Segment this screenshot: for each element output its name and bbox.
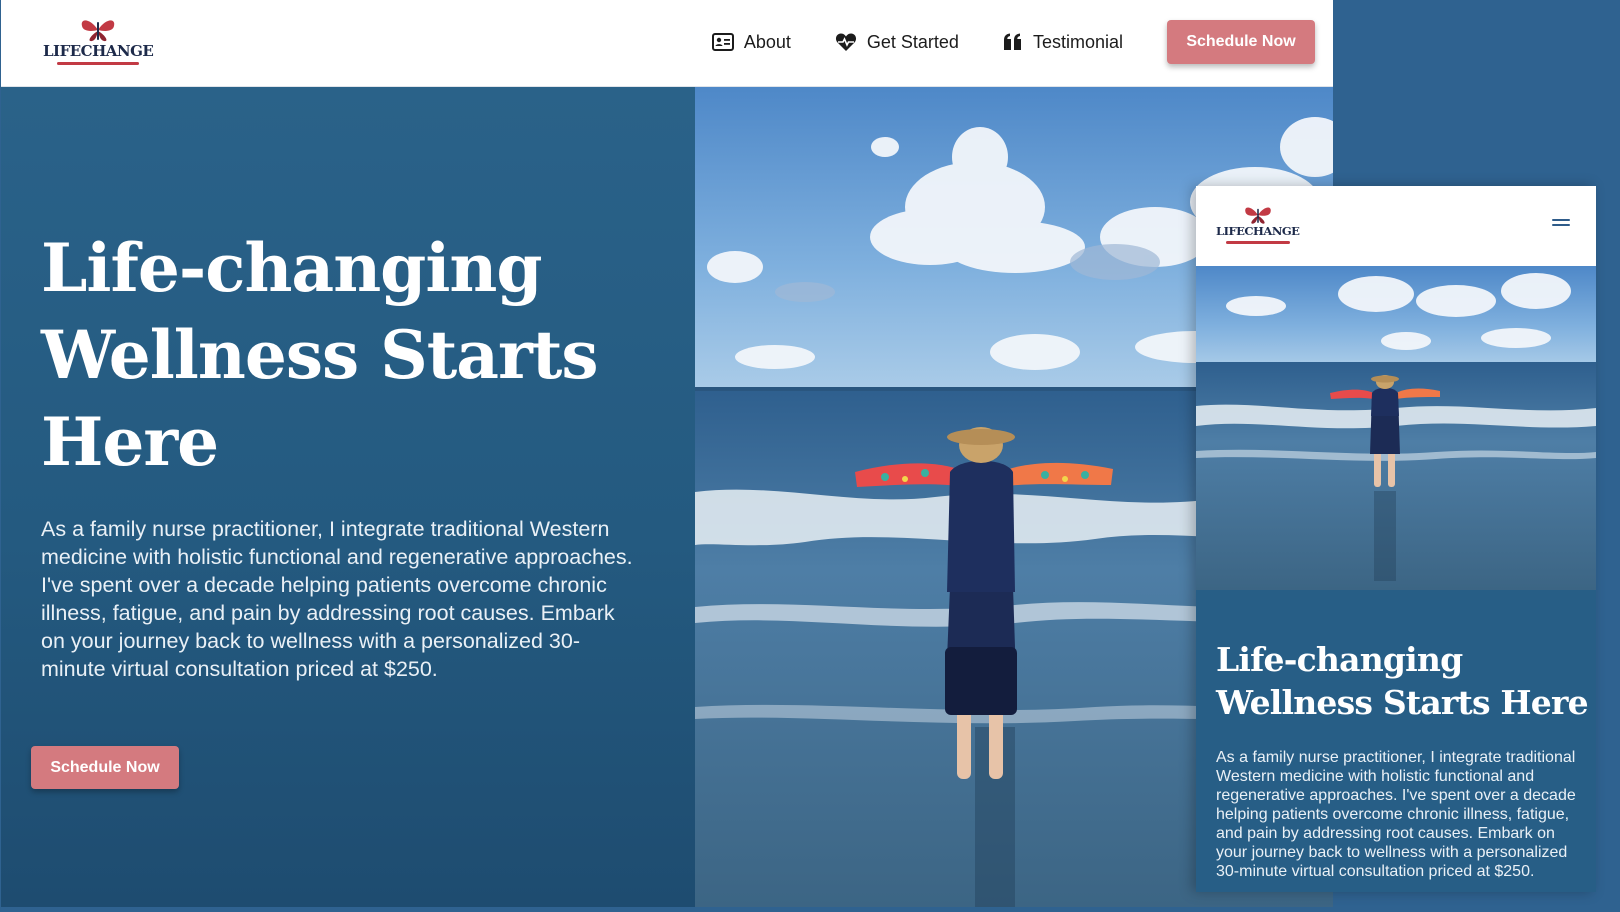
top-navbar: LIFECHANGE About Get Started Testimonial… <box>1 0 1333 87</box>
nav-item-about[interactable]: About <box>711 31 791 53</box>
heart-pulse-icon <box>835 33 856 51</box>
nav-schedule-now-button[interactable]: Schedule Now <box>1167 20 1315 64</box>
hero-description: As a family nurse practitioner, I integr… <box>41 517 633 681</box>
desktop-site-preview: LIFECHANGE About Get Started Testimonial… <box>1 0 1333 907</box>
mobile-site-preview: LIFECHANGE Life-changing Wellness Starts… <box>1196 186 1596 892</box>
hero-title: Life-changing Wellness Starts Here <box>41 229 598 481</box>
hero-section: Life-changing Wellness Starts Here As a … <box>1 87 695 907</box>
butterfly-logo-icon <box>81 20 115 42</box>
nav-item-get-started[interactable]: Get Started <box>835 32 959 53</box>
logo-tagline-line <box>57 62 140 65</box>
butterfly-logo-icon <box>1244 207 1271 224</box>
nav-links: About Get Started Testimonial Schedule N… <box>711 20 1315 64</box>
quote-icon <box>1003 33 1021 50</box>
mobile-navbar: LIFECHANGE <box>1196 186 1596 266</box>
mobile-brand-logo[interactable]: LIFECHANGE <box>1216 204 1300 244</box>
hero-schedule-now-button[interactable]: Schedule Now <box>31 746 179 789</box>
hamburger-menu-icon[interactable] <box>1552 216 1570 230</box>
mobile-logo-wordmark: LIFECHANGE <box>1216 224 1300 238</box>
nav-item-get-started-label: Get Started <box>866 31 959 52</box>
id-card-icon <box>711 33 734 51</box>
logo-wordmark: LIFECHANGE <box>43 42 154 60</box>
mobile-hero-description: As a family nurse practitioner, I integr… <box>1216 749 1576 880</box>
mobile-logo-tagline-line <box>1225 240 1290 244</box>
mobile-beach-photo <box>1196 266 1596 590</box>
nav-item-testimonial-label: Testimonial <box>1032 31 1123 52</box>
mobile-hero-title: Life-changing Wellness Starts Here <box>1216 640 1589 722</box>
brand-logo[interactable]: LIFECHANGE <box>43 16 154 65</box>
nav-item-about-label: About <box>743 31 791 52</box>
nav-item-testimonial[interactable]: Testimonial <box>1003 32 1123 53</box>
